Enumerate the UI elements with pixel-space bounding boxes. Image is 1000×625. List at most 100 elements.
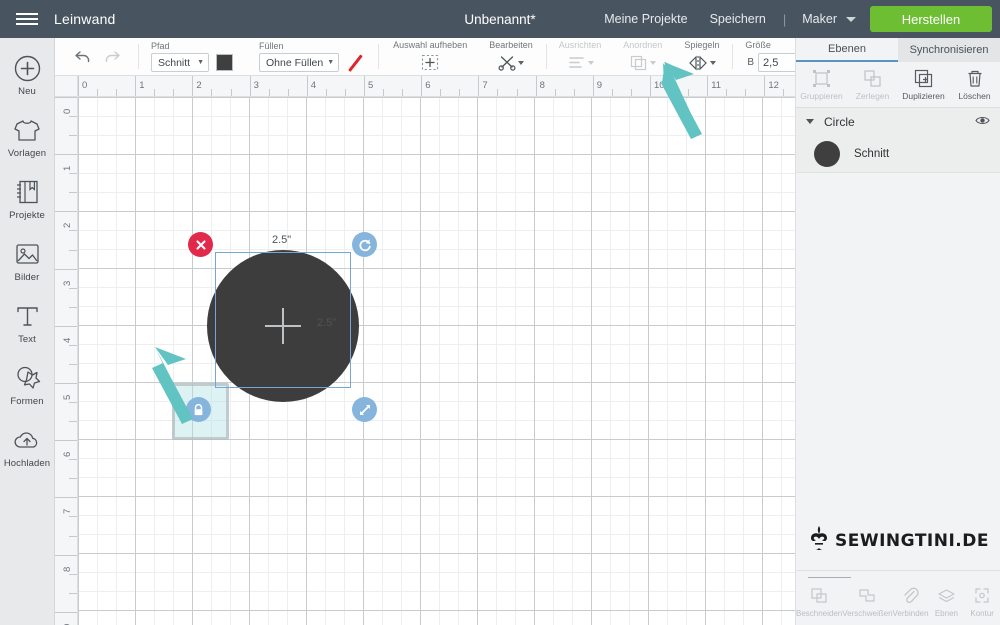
sidebar-item-neu[interactable]: Neu <box>0 52 55 114</box>
flatten-label: Ebnen <box>934 609 958 618</box>
attach-label: Verbinden <box>892 609 929 618</box>
scissors-icon[interactable] <box>497 52 517 74</box>
text-t-icon <box>15 300 40 332</box>
sidebar-label: Text <box>18 334 36 345</box>
sidebar-item-text[interactable]: Text <box>0 300 55 362</box>
sidebar-label: Projekte <box>9 210 45 221</box>
no-fill-slash-icon[interactable] <box>345 54 365 72</box>
fleur-de-lis-icon <box>807 525 831 558</box>
duplicate-button[interactable]: Duplizieren <box>898 62 949 107</box>
layer-thumbnail <box>814 140 840 167</box>
align-control: Ausrichten <box>558 39 602 74</box>
weld-button[interactable]: Verschweißen <box>842 578 893 625</box>
left-sidebar: Neu Vorlagen Projekte Bilder Text Formen… <box>0 38 55 625</box>
ungroup-button[interactable]: Zerlegen <box>847 62 898 107</box>
right-panel: Ebenen Synchronisieren Gruppieren Zerleg… <box>795 38 1000 625</box>
path-dropdown[interactable]: Schnitt ▼ <box>151 53 209 72</box>
path-value: Schnitt <box>158 56 191 69</box>
edit-group: Bearbeiten <box>477 38 547 75</box>
arrange-label: Anordnen <box>623 39 663 50</box>
shapes-icon <box>14 362 41 394</box>
slice-icon <box>810 585 828 606</box>
caret-down-icon <box>518 60 525 65</box>
rotate-handle[interactable] <box>352 232 377 257</box>
trash-icon <box>966 68 984 89</box>
align-lines-icon <box>567 52 587 74</box>
save-link[interactable]: Speichern <box>699 12 777 26</box>
sidebar-label: Bilder <box>14 272 40 283</box>
delete-label: Löschen <box>958 91 991 101</box>
rotate-icon <box>358 238 371 251</box>
width-input[interactable] <box>758 53 799 72</box>
layer-row[interactable]: Schnitt <box>796 135 1000 173</box>
tab-ebenen[interactable]: Ebenen <box>796 38 898 62</box>
hamburger-menu-icon[interactable] <box>0 0 54 38</box>
path-color-swatch[interactable] <box>216 54 233 71</box>
ungroup-label: Zerlegen <box>855 91 890 101</box>
width-label: B <box>747 57 755 68</box>
history-group <box>55 38 139 75</box>
width-dimension-label: 2.5" <box>272 234 292 246</box>
close-x-icon <box>195 239 206 250</box>
layer-name: Schnitt <box>854 147 890 160</box>
undo-arrow-icon[interactable] <box>69 46 97 68</box>
height-dimension-label: 2.5" <box>317 317 337 329</box>
align-label: Ausrichten <box>558 39 602 50</box>
group-icon <box>812 68 831 89</box>
canvas-lock-handle[interactable] <box>186 397 211 422</box>
edit-label: Bearbeiten <box>489 39 533 50</box>
slice-button[interactable]: Beschneiden <box>796 578 842 625</box>
group-button[interactable]: Gruppieren <box>796 62 847 107</box>
contour-label: Kontur <box>970 609 994 618</box>
caret-down-icon <box>710 60 717 65</box>
dashed-plus-icon[interactable] <box>416 52 444 74</box>
watermark-text: SEWINGTINI.DE <box>835 531 989 551</box>
sidebar-item-vorlagen[interactable]: Vorlagen <box>0 114 55 176</box>
watermark: SEWINGTINI.DE <box>796 512 1000 570</box>
mirror-control[interactable]: Spiegeln <box>684 40 719 74</box>
layer-group-header[interactable]: Circle <box>796 108 1000 135</box>
sidebar-item-formen[interactable]: Formen <box>0 362 55 424</box>
mirror-icon[interactable] <box>687 52 709 74</box>
flatten-button[interactable]: Ebnen <box>929 578 965 625</box>
delete-button[interactable]: Löschen <box>949 62 1000 107</box>
image-icon <box>14 238 41 270</box>
make-it-button[interactable]: Herstellen <box>870 6 992 32</box>
machine-selector[interactable]: Maker <box>792 12 862 26</box>
my-projects-link[interactable]: Meine Projekte <box>593 12 698 26</box>
arrange-control: Anordnen <box>623 40 662 74</box>
layer-tools: Gruppieren Zerlegen Duplizieren Löschen <box>796 62 1000 108</box>
tshirt-icon <box>13 114 41 146</box>
tab-synchronisieren[interactable]: Synchronisieren <box>898 38 1000 62</box>
delete-handle[interactable] <box>188 232 213 257</box>
duplicate-icon <box>914 68 933 89</box>
chevron-down-icon[interactable] <box>806 119 814 124</box>
path-group: Pfad Schnitt ▼ <box>139 38 243 75</box>
sidebar-item-bilder[interactable]: Bilder <box>0 238 55 300</box>
sidebar-item-projekte[interactable]: Projekte <box>0 176 55 238</box>
eye-icon[interactable] <box>975 113 990 131</box>
cloud-upload-icon <box>13 424 41 456</box>
top-bar: Leinwand Unbenannt* Meine Projekte Speic… <box>0 0 1000 38</box>
redo-arrow-icon[interactable] <box>97 46 125 68</box>
slice-label: Beschneiden <box>796 609 843 618</box>
panel-tabs: Ebenen Synchronisieren <box>796 38 1000 62</box>
top-bar-separator: | <box>782 11 787 27</box>
fill-group: Füllen Ohne Füllen ▼ <box>243 38 380 75</box>
attach-button[interactable]: Verbinden <box>893 578 929 625</box>
resize-handle[interactable] <box>352 397 377 422</box>
canvas-overlay: 2.5" 2.5" − 100% + <box>55 76 795 625</box>
layer-group-name: Circle <box>824 114 855 129</box>
caret-down-icon <box>650 60 657 65</box>
duplicate-label: Duplizieren <box>902 91 945 101</box>
deselect-control[interactable]: Auswahl aufheben <box>393 40 467 74</box>
canvas-label: Leinwand <box>54 11 116 27</box>
path-control: Pfad Schnitt ▼ <box>151 41 209 72</box>
deselect-group: Auswahl aufheben <box>379 38 477 75</box>
fill-dropdown[interactable]: Ohne Füllen ▼ <box>259 53 340 72</box>
sidebar-item-hochladen[interactable]: Hochladen <box>0 424 55 486</box>
edit-control[interactable]: Bearbeiten <box>489 40 533 74</box>
contour-button[interactable]: Kontur <box>964 578 1000 625</box>
sidebar-label: Formen <box>10 396 44 407</box>
plus-circle-icon <box>14 52 41 84</box>
